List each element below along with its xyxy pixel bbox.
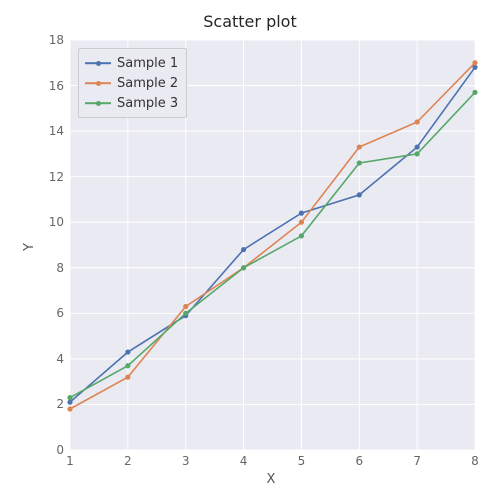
y-tick-label: 2 (34, 397, 64, 411)
series-3-marker (357, 160, 362, 165)
series-2-marker (125, 375, 130, 380)
series-2-marker (299, 220, 304, 225)
series-3-marker (472, 90, 477, 95)
series-1-marker (415, 144, 420, 149)
x-tick-label: 7 (413, 454, 421, 468)
series-3-marker (415, 151, 420, 156)
series-3-marker (67, 395, 72, 400)
y-tick-label: 14 (34, 124, 64, 138)
y-tick-label: 4 (34, 352, 64, 366)
x-tick-label: 8 (471, 454, 479, 468)
figure: Scatter plot X Y 12345678024681012141618… (0, 0, 500, 500)
series-3-marker (183, 311, 188, 316)
series-1-marker (357, 192, 362, 197)
x-tick-label: 3 (182, 454, 190, 468)
series-2-marker (357, 144, 362, 149)
series-3-marker (125, 363, 130, 368)
legend-label: Sample 1 (117, 56, 178, 71)
series-2-marker (67, 406, 72, 411)
series-1-marker (299, 211, 304, 216)
series-2-marker (415, 119, 420, 124)
series-1-marker (67, 400, 72, 405)
legend-item-2: Sample 2 (85, 73, 178, 93)
y-tick-label: 6 (34, 306, 64, 320)
x-tick-label: 4 (240, 454, 248, 468)
x-axis-label: X (267, 472, 276, 487)
y-tick-label: 0 (34, 443, 64, 457)
y-axis-label: Y (22, 243, 37, 251)
series-1-marker (241, 247, 246, 252)
series-3-marker (241, 265, 246, 270)
series-2-marker (183, 304, 188, 309)
x-tick-label: 5 (298, 454, 306, 468)
series-2-marker (472, 60, 477, 65)
legend: Sample 1 Sample 2 Sample 3 (78, 48, 187, 118)
legend-item-1: Sample 1 (85, 53, 178, 73)
legend-item-3: Sample 3 (85, 93, 178, 113)
y-tick-label: 16 (34, 79, 64, 93)
x-tick-label: 1 (66, 454, 74, 468)
legend-swatch (85, 56, 111, 70)
x-tick-label: 2 (124, 454, 132, 468)
series-3-marker (299, 233, 304, 238)
y-tick-label: 18 (34, 33, 64, 47)
legend-swatch (85, 76, 111, 90)
legend-label: Sample 2 (117, 76, 178, 91)
plot-svg (0, 0, 500, 500)
y-tick-label: 10 (34, 215, 64, 229)
legend-swatch (85, 96, 111, 110)
y-tick-label: 8 (34, 261, 64, 275)
series-1-marker (125, 349, 130, 354)
y-tick-label: 12 (34, 170, 64, 184)
legend-label: Sample 3 (117, 96, 178, 111)
x-tick-label: 6 (355, 454, 363, 468)
